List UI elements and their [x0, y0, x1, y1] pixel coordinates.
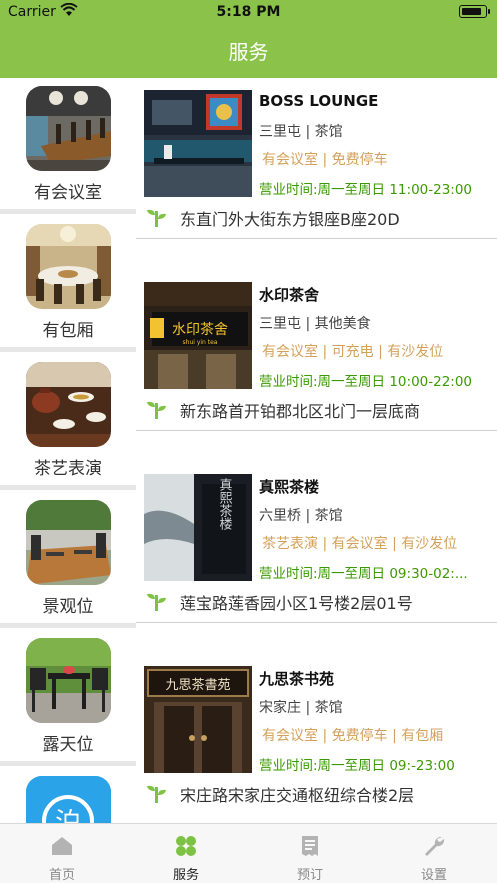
private-room-photo: [26, 224, 111, 309]
divider: [0, 761, 136, 766]
battery-icon: [459, 5, 490, 18]
tab-label: 首页: [48, 868, 75, 883]
clover-icon: [176, 836, 196, 856]
tea-ceremony-photo: [26, 362, 111, 447]
shop-tags: 有会议室 | 可充电 | 有沙发位: [262, 344, 444, 360]
shop-area: 宋家庄 | 茶馆: [259, 700, 343, 716]
shop-name: 九思茶书苑: [259, 670, 335, 688]
category-label: 茶艺表演: [34, 459, 102, 479]
clock-label: 5:18 PM: [216, 4, 281, 20]
shop-sign-subtext: shui yin tea: [183, 339, 218, 346]
category-label: 有会议室: [34, 183, 102, 203]
shop-area: 六里桥 | 茶馆: [259, 508, 343, 524]
receipt-icon: [302, 836, 318, 856]
tab-settings[interactable]: 设置: [372, 824, 496, 883]
status-bar: Carrier 5:18 PM: [0, 0, 497, 26]
shop-address: 莲宝路莲香园小区1号楼2层01号: [180, 594, 413, 613]
category-sidebar: 有会议室 有包厢 茶艺表演 景观位 露天位 泊: [0, 78, 136, 823]
battery-level: [462, 8, 481, 15]
shop-address: 新东路首开铂郡北区北门一层底商: [180, 402, 421, 421]
divider: [136, 238, 497, 239]
tab-booking[interactable]: 预订: [248, 824, 372, 883]
wrench-icon: [425, 836, 445, 856]
shop-sign-text: 水印茶舍: [172, 322, 228, 338]
location-sprout-icon: [147, 593, 166, 611]
location-sprout-icon: [147, 785, 166, 803]
divider: [0, 623, 136, 628]
shop-hours: 营业时间:周一至周日 10:00-22:00: [259, 374, 473, 390]
page-title: 服务: [228, 40, 269, 64]
shop-name: BOSS LOUNGE: [259, 92, 379, 110]
divider: [136, 622, 497, 623]
shop-name: 真熙茶楼: [259, 478, 320, 496]
shop-address: 宋庄路宋家庄交通枢纽综合楼2层: [180, 786, 415, 805]
tab-bar: 首页 服务 预订 设置: [0, 823, 497, 883]
divider: [0, 347, 136, 352]
home-icon: [52, 837, 72, 855]
shop-sign-text: 九思茶書苑: [165, 677, 230, 693]
category-label: 有包厢: [42, 321, 94, 341]
location-sprout-icon: [147, 401, 166, 419]
tab-label: 预订: [296, 868, 323, 883]
shop-address: 东直门外大街东方银座B座20D: [180, 210, 400, 229]
tab-service[interactable]: 服务: [124, 824, 248, 883]
shop-card-boss-lounge[interactable]: BOSS LOUNGE 三里屯 | 茶馆 有会议室 | 免费停车 营业时间:周一…: [136, 78, 497, 270]
shop-tags: 有会议室 | 免费停车 | 有包厢: [262, 728, 444, 744]
app-screen: Carrier 5:18 PM 服务 有会议室 有包厢 茶艺表演 景观位 露天位…: [0, 0, 497, 883]
outdoor-seat-photo: [26, 638, 111, 723]
tab-label: 服务: [172, 868, 199, 883]
divider: [136, 430, 497, 431]
location-sprout-icon: [147, 209, 166, 227]
shop-card-shuiyin[interactable]: 水印茶舍 shui yin tea 水印茶舍 三里屯 | 其他美食 有会议室 |…: [136, 270, 497, 462]
shop-photo: 九思茶書苑: [144, 666, 252, 773]
shop-name: 水印茶舍: [259, 286, 320, 304]
category-scenic-seat[interactable]: 景观位: [0, 492, 136, 630]
shop-list: BOSS LOUNGE 三里屯 | 茶馆 有会议室 | 免费停车 营业时间:周一…: [136, 78, 497, 823]
shop-tags: 有会议室 | 免费停车: [262, 152, 388, 168]
category-tea-ceremony[interactable]: 茶艺表演: [0, 354, 136, 492]
scenic-seat-photo: [26, 500, 111, 585]
svg-text:泊: 泊: [55, 808, 81, 823]
shop-sign-text: 真熙茶楼: [217, 478, 233, 530]
shop-card-jiusi[interactable]: 九思茶書苑 九思茶书苑 宋家庄 | 茶馆 有会议室 | 免费停车 | 有包厢 营…: [136, 654, 497, 823]
shop-tags: 茶艺表演 | 有会议室 | 有沙发位: [262, 536, 458, 552]
shop-area: 三里屯 | 茶馆: [259, 124, 343, 140]
tab-home[interactable]: 首页: [0, 824, 124, 883]
shop-photo: 水印茶舍 shui yin tea: [144, 282, 252, 389]
shop-photo: [144, 90, 252, 197]
shop-area: 三里屯 | 其他美食: [259, 316, 371, 332]
shop-card-zhenxi[interactable]: 真熙茶楼 真熙茶楼 六里桥 | 茶馆 茶艺表演 | 有会议室 | 有沙发位 营业…: [136, 462, 497, 654]
meeting-room-photo: [26, 86, 111, 171]
divider: [0, 209, 136, 214]
category-label: 露天位: [42, 735, 94, 755]
category-label: 景观位: [42, 597, 94, 617]
category-outdoor-seat[interactable]: 露天位: [0, 630, 136, 768]
parking-app-icon: 泊: [26, 776, 111, 823]
category-parking[interactable]: 泊: [0, 768, 136, 823]
shop-hours: 营业时间:周一至周日 09:-23:00: [259, 758, 455, 774]
tab-label: 设置: [420, 868, 447, 883]
category-private-room[interactable]: 有包厢: [0, 216, 136, 354]
divider: [0, 485, 136, 490]
top-bar: Carrier 5:18 PM 服务: [0, 0, 497, 78]
shop-hours: 营业时间:周一至周日 11:00-23:00: [259, 182, 473, 198]
category-meeting-room[interactable]: 有会议室: [0, 78, 136, 216]
shop-hours: 营业时间:周一至周日 09:30-02:...: [259, 566, 468, 582]
shop-photo: 真熙茶楼: [144, 474, 252, 581]
